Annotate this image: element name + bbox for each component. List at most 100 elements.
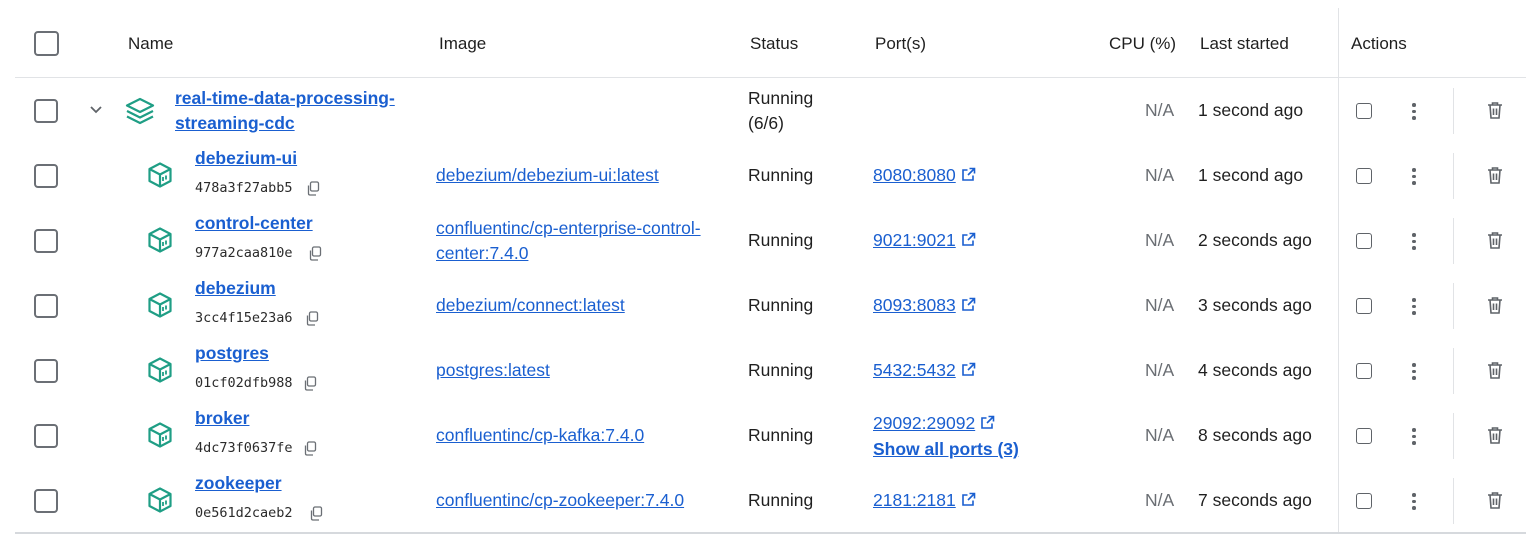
compose-name-line-2[interactable]: streaming-cdc (175, 111, 395, 136)
more-vertical-icon[interactable] (1412, 298, 1416, 318)
container-cpu: N/A (1145, 165, 1175, 185)
row-checkbox[interactable] (34, 359, 58, 383)
image-link[interactable]: confluentinc/cp-zookeeper:7.4.0 (436, 488, 684, 513)
trash-icon[interactable] (1486, 426, 1504, 450)
image-link[interactable]: debezium/connect:latest (436, 293, 625, 318)
port-link[interactable]: 2181:2181 (873, 490, 956, 510)
action-divider (1453, 283, 1454, 329)
container-row[interactable]: control-center 977a2caa810e confluentinc/c… (0, 208, 1537, 273)
action-divider (1453, 218, 1454, 264)
trash-icon[interactable] (1486, 361, 1504, 385)
copy-icon[interactable] (308, 246, 322, 266)
container-name-link[interactable]: zookeeper (195, 471, 282, 496)
external-link-icon[interactable] (961, 359, 976, 384)
image-link[interactable]: debezium/debezium-ui:latest (436, 163, 659, 188)
port-link[interactable]: 29092:29092 (873, 413, 975, 433)
external-link-icon[interactable] (980, 412, 995, 437)
row-checkbox[interactable] (34, 99, 58, 123)
port-cell: 29092:29092 Show all ports (3) (873, 411, 1019, 462)
container-name-link[interactable]: postgres (195, 341, 269, 366)
trash-icon[interactable] (1486, 101, 1504, 120)
header-image[interactable]: Image (439, 34, 486, 54)
port-link[interactable]: 8080:8080 (873, 165, 956, 185)
table-header: Name Image Status Port(s) CPU (%) Last s… (0, 0, 1537, 78)
copy-icon[interactable] (306, 181, 320, 201)
external-link-icon[interactable] (961, 294, 976, 319)
row-checkbox[interactable] (34, 424, 58, 448)
container-id: 977a2caa810e (195, 245, 293, 261)
action-divider (1453, 413, 1454, 459)
action-checkbox[interactable] (1356, 493, 1372, 509)
action-checkbox[interactable] (1356, 298, 1372, 314)
container-name-link[interactable]: debezium (195, 276, 276, 301)
row-checkbox[interactable] (34, 229, 58, 253)
action-checkbox[interactable] (1356, 428, 1372, 444)
copy-icon[interactable] (305, 311, 319, 331)
more-vertical-icon[interactable] (1412, 168, 1416, 188)
container-name-link[interactable]: debezium-ui (195, 146, 297, 171)
copy-icon[interactable] (303, 441, 317, 461)
image-link[interactable]: confluentinc/cp-enterprise-control-cente… (436, 216, 701, 266)
external-link-icon[interactable] (961, 229, 976, 254)
copy-icon[interactable] (303, 376, 317, 396)
external-link-icon[interactable] (961, 164, 976, 189)
container-status: Running (748, 165, 814, 185)
compose-group-row[interactable]: real-time-data-processing- streaming-cdc… (0, 78, 1537, 143)
action-divider (1453, 88, 1454, 134)
action-divider (1453, 153, 1454, 199)
action-checkbox[interactable] (1356, 233, 1372, 249)
container-last-started: 3 seconds ago (1198, 295, 1312, 315)
external-link-icon[interactable] (961, 489, 976, 514)
group-action-checkbox[interactable] (1356, 103, 1372, 119)
compose-project-link[interactable]: real-time-data-processing- streaming-cdc (175, 86, 395, 136)
port-cell: 9021:9021 (873, 228, 976, 254)
header-status[interactable]: Status (750, 34, 798, 54)
image-link[interactable]: confluentinc/cp-kafka:7.4.0 (436, 423, 644, 448)
header-actions: Actions (1351, 34, 1407, 53)
port-link[interactable]: 5432:5432 (873, 360, 956, 380)
container-row[interactable]: zookeeper 0e561d2caeb2 confluentinc/cp-zoo… (0, 468, 1537, 533)
header-ports[interactable]: Port(s) (875, 34, 926, 54)
port-link[interactable]: 9021:9021 (873, 230, 956, 250)
copy-icon[interactable] (309, 506, 323, 526)
chevron-down-icon[interactable] (89, 105, 103, 115)
header-cpu[interactable]: CPU (%) (1109, 34, 1176, 54)
trash-icon[interactable] (1486, 166, 1504, 190)
header-name[interactable]: Name (128, 34, 173, 54)
show-all-ports-link[interactable]: Show all ports (3) (873, 437, 1019, 462)
container-last-started: 7 seconds ago (1198, 490, 1312, 510)
more-vertical-icon[interactable] (1412, 233, 1416, 253)
action-checkbox[interactable] (1356, 363, 1372, 379)
image-link[interactable]: postgres:latest (436, 358, 550, 383)
container-cpu: N/A (1145, 230, 1175, 250)
more-vertical-icon[interactable] (1412, 103, 1416, 123)
trash-icon[interactable] (1486, 491, 1504, 515)
action-checkbox[interactable] (1356, 168, 1372, 184)
container-cube-icon (146, 356, 174, 389)
more-vertical-icon[interactable] (1412, 363, 1416, 383)
container-row[interactable]: debezium-ui 478a3f27abb5 debezium/debezium… (0, 143, 1537, 208)
more-vertical-icon[interactable] (1412, 428, 1416, 448)
container-name-link[interactable]: control-center (195, 211, 313, 236)
more-vertical-icon[interactable] (1412, 493, 1416, 513)
trash-icon[interactable] (1486, 231, 1504, 255)
trash-icon[interactable] (1486, 296, 1504, 320)
select-all-checkbox[interactable] (34, 31, 59, 56)
row-checkbox[interactable] (34, 489, 58, 513)
group-status-line-1: Running (748, 88, 814, 108)
container-name-link[interactable]: broker (195, 406, 249, 431)
container-row[interactable]: broker 4dc73f0637fe confluentinc/cp-kafka:… (0, 403, 1537, 468)
row-checkbox[interactable] (34, 164, 58, 188)
container-row[interactable]: debezium 3cc4f15e23a6 debezium/connect:lat… (0, 273, 1537, 338)
container-cube-icon (146, 421, 174, 454)
container-id: 478a3f27abb5 (195, 180, 293, 196)
container-last-started: 8 seconds ago (1198, 425, 1312, 445)
container-last-started: 2 seconds ago (1198, 230, 1312, 250)
compose-name-line-1[interactable]: real-time-data-processing- (175, 86, 395, 111)
row-checkbox[interactable] (34, 294, 58, 318)
stack-layers-icon (125, 97, 155, 125)
action-divider (1453, 478, 1454, 524)
header-last-started[interactable]: Last started (1200, 34, 1289, 54)
container-row[interactable]: postgres 01cf02dfb988 postgres:latest Runni… (0, 338, 1537, 403)
port-link[interactable]: 8093:8083 (873, 295, 956, 315)
